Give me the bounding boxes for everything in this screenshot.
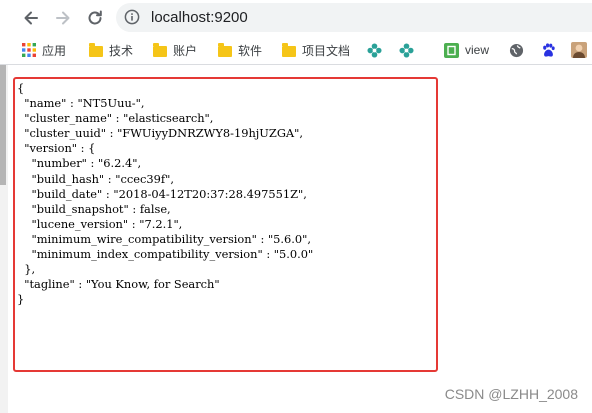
- json-line: "cluster_name" : "elasticsearch",: [17, 111, 214, 126]
- json-line: "build_hash" : "ccec39f",: [17, 171, 174, 186]
- bookmark-baidu[interactable]: [541, 40, 556, 60]
- bookmark-label: 项目文档: [302, 43, 351, 58]
- json-response-body: { "name" : "NT5Uuu-", "cluster_name" : "…: [17, 81, 313, 307]
- bookmark-globe[interactable]: [509, 40, 524, 60]
- info-icon[interactable]: [124, 9, 140, 25]
- json-line: "number" : "6.2.4",: [17, 156, 142, 171]
- json-line: "build_snapshot" : false,: [17, 201, 171, 216]
- browser-toolbar: localhost:9200: [0, 0, 592, 36]
- bookmark-folder-software[interactable]: 软件: [218, 40, 262, 60]
- json-line: "lucene_version" : "7.2.1",: [17, 216, 183, 231]
- watermark: CSDN @LZHH_2008: [444, 386, 578, 402]
- bookmark-label: 技术: [109, 43, 134, 58]
- json-line: "name" : "NT5Uuu-",: [17, 96, 145, 111]
- baidu-paw-icon: [543, 42, 555, 57]
- forward-arrow-icon: [56, 11, 70, 25]
- bookmark-folder-tech[interactable]: 技术: [89, 40, 133, 60]
- folder-icon: [153, 42, 167, 57]
- back-arrow-icon: [24, 11, 38, 25]
- address-bar[interactable]: localhost:9200: [116, 3, 592, 32]
- bookmark-flower-1[interactable]: [367, 40, 382, 60]
- scrollbar-thumb[interactable]: [0, 65, 6, 185]
- bookmark-view[interactable]: view: [444, 40, 489, 60]
- bookmark-label: 软件: [238, 43, 263, 58]
- page-viewport: { "name" : "NT5Uuu-", "cluster_name" : "…: [0, 65, 592, 413]
- bookmark-folder-project-docs[interactable]: 项目文档: [282, 40, 350, 60]
- bookmark-flower-2[interactable]: [399, 40, 414, 60]
- json-line: "tagline" : "You Know, for Search": [17, 277, 220, 292]
- json-line: "cluster_uuid" : "FWUiyyDNRZWY8-19hjUZGA…: [17, 126, 304, 141]
- folder-icon: [89, 42, 103, 57]
- json-line: "minimum_wire_compatibility_version" : "…: [17, 231, 312, 246]
- bookmark-avatar[interactable]: [571, 40, 587, 60]
- json-line: },: [17, 262, 36, 277]
- bookmark-folder-accounts[interactable]: 账户: [153, 40, 197, 60]
- apps-grid-icon: [22, 43, 36, 57]
- green-flower-icon: [367, 42, 382, 58]
- green-flower-icon: [399, 42, 414, 58]
- bookmarks-bar: 应用 技术 账户 软件 项目文档 view: [0, 36, 592, 65]
- avatar-icon: [571, 42, 587, 58]
- json-line: "build_date" : "2018-04-12T20:37:28.4975…: [17, 186, 307, 201]
- json-line: "version" : {: [17, 141, 96, 156]
- bookmark-apps[interactable]: 应用: [22, 40, 66, 60]
- bookmark-label: 应用: [42, 43, 67, 58]
- folder-icon: [218, 42, 232, 57]
- json-line: }: [17, 292, 25, 307]
- reload-icon: [88, 10, 102, 25]
- url-text: localhost:9200: [151, 9, 248, 26]
- forward-button[interactable]: [50, 5, 76, 31]
- json-line: "minimum_index_compatibility_version" : …: [17, 247, 314, 262]
- json-line: {: [17, 81, 25, 95]
- green-square-icon: [444, 42, 459, 58]
- reload-button[interactable]: [82, 5, 108, 31]
- bookmark-label: view: [465, 43, 490, 57]
- bookmark-label: 账户: [173, 43, 198, 58]
- folder-icon: [282, 42, 296, 57]
- vertical-scrollbar[interactable]: [0, 65, 8, 413]
- back-button[interactable]: [18, 5, 44, 31]
- globe-icon: [509, 43, 524, 57]
